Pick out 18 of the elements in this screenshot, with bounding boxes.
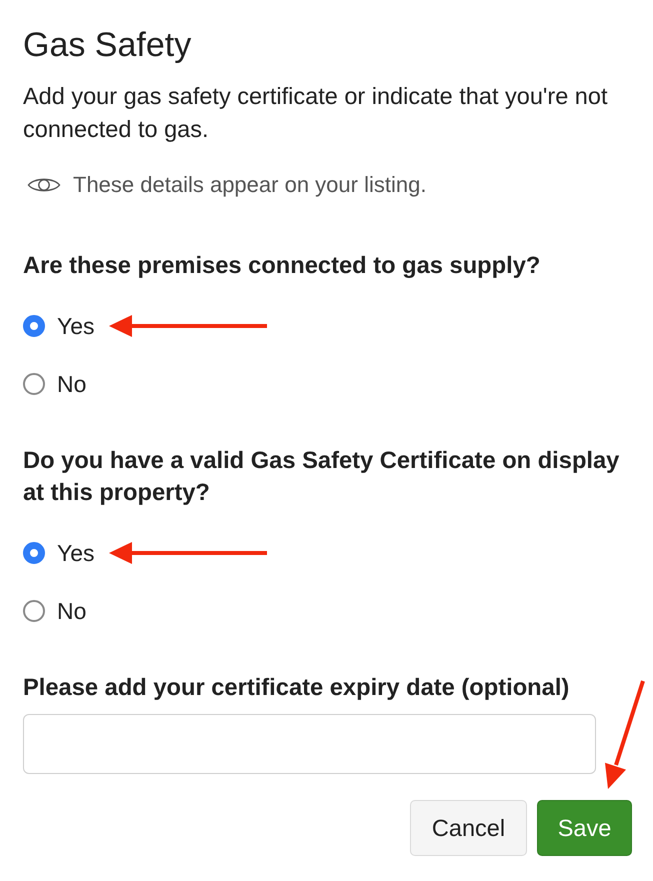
question-text: Do you have a valid Gas Safety Certificate on display at this property? xyxy=(23,447,620,508)
option-label: No xyxy=(57,597,86,625)
option-label: Yes xyxy=(57,539,95,567)
radio-button[interactable] xyxy=(23,542,45,564)
expiry-date-field[interactable] xyxy=(23,714,596,774)
radio-button[interactable] xyxy=(23,373,45,395)
question-text: Are these premises connected to gas supply? xyxy=(23,252,542,281)
radio-button[interactable] xyxy=(23,600,45,622)
radio-button[interactable] xyxy=(23,315,45,337)
cancel-button[interactable]: Cancel xyxy=(410,800,527,856)
page-title: Gas Safety xyxy=(23,25,192,65)
notice-text: These details appear on your listing. xyxy=(73,173,426,197)
eye-icon xyxy=(27,176,61,194)
option-label: No xyxy=(57,370,86,398)
description-text: Add your gas safety certificate or indicate that you're not connected to gas. xyxy=(23,82,608,144)
option-label: Yes xyxy=(57,312,95,340)
field-label: Please add your certificate expiry date (optional) xyxy=(23,674,570,703)
save-button[interactable]: Save xyxy=(537,800,632,856)
